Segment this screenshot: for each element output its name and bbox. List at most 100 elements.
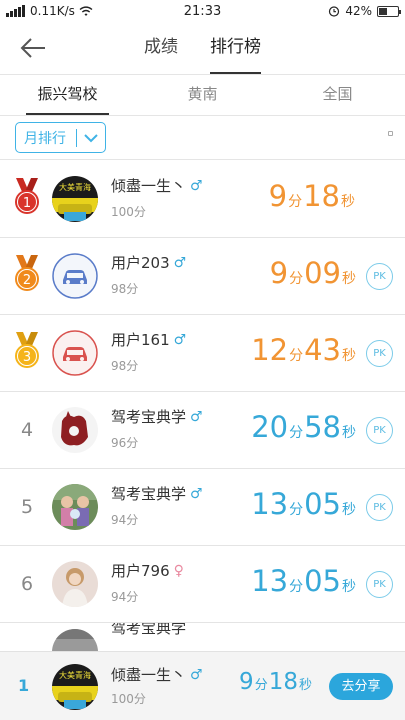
tab-scores[interactable]: 成绩 (144, 22, 178, 74)
medal-rank-text: 2 (23, 273, 31, 288)
completion-time: 20 分 58 秒 (251, 410, 357, 444)
my-avatar[interactable]: 大美青海 (52, 664, 98, 710)
avatar[interactable] (52, 561, 98, 607)
user-name: 用户203 (111, 254, 170, 272)
my-rank-bar: 1 大美青海 倾盡一生丶 ♂ 100分 9 分 18 秒 去分享 (0, 651, 405, 720)
minute-unit: 分 (254, 678, 268, 693)
tab-school[interactable]: 振兴驾校 (0, 75, 135, 115)
second-unit: 秒 (342, 271, 356, 287)
network-speed: 0.11K/s (30, 4, 75, 18)
time-minutes: 13 (251, 564, 289, 598)
time-minutes: 9 (268, 179, 288, 213)
time-seconds: 09 (304, 256, 341, 290)
time-minutes: 9 (269, 256, 289, 290)
tab-national[interactable]: 全国 (270, 75, 405, 115)
time-minutes: 9 (239, 669, 254, 695)
male-icon: ♂ (173, 254, 187, 271)
leaderboard-row[interactable]: 1 大美青海 倾盡一生丶 ♂ 100分 9 分 18 秒 (0, 161, 405, 238)
exam-score: 100分 (111, 205, 146, 219)
female-icon: ♀ (173, 562, 184, 579)
exam-score: 96分 (111, 436, 139, 450)
time-seconds: 18 (268, 669, 298, 695)
exam-score: 98分 (111, 359, 139, 373)
minute-unit: 分 (288, 194, 303, 210)
rank-number: 5 (20, 496, 34, 518)
avatar[interactable] (52, 629, 98, 653)
pk-button[interactable]: PK (366, 340, 393, 367)
exam-score: 98分 (111, 282, 139, 296)
my-rank-number: 1 (18, 676, 30, 695)
user-name: 驾考宝典学 (111, 623, 187, 637)
back-arrow-icon[interactable] (18, 36, 48, 60)
minute-unit: 分 (289, 502, 304, 518)
rank-number: 4 (20, 419, 34, 441)
filter-divider (0, 159, 405, 160)
svg-text:大美青海: 大美青海 (59, 670, 91, 680)
user-name: 驾考宝典学 (111, 485, 187, 503)
share-button[interactable]: 去分享 (329, 673, 393, 700)
chevron-down-icon (84, 133, 98, 142)
alarm-icon (329, 6, 340, 17)
gold-medal-icon: 3 (15, 332, 39, 368)
minute-unit: 分 (289, 348, 304, 364)
month-ranking-dropdown[interactable]: 月排行 (15, 122, 106, 153)
orange-medal-icon: 2 (15, 255, 39, 291)
completion-time: 13 分 05 秒 (251, 487, 357, 521)
leaderboard-row[interactable]: 4 驾考宝典学 ♂ 96分 20 分 58 秒 PK (0, 392, 405, 469)
user-name: 倾盡一生丶 (111, 177, 187, 195)
tab-leaderboard[interactable]: 排行榜 (210, 22, 261, 74)
info-marker (388, 131, 393, 136)
avatar[interactable]: 大美青海 (52, 176, 98, 222)
minute-unit: 分 (289, 425, 304, 441)
my-score: 100分 (111, 692, 146, 706)
leaderboard-row[interactable]: 驾考宝典学 (0, 623, 405, 653)
month-ranking-label: 月排行 (24, 130, 66, 147)
avatar[interactable] (52, 484, 98, 530)
minute-unit: 分 (289, 271, 304, 287)
second-unit: 秒 (341, 194, 355, 210)
time-minutes: 12 (251, 333, 289, 367)
leaderboard-row[interactable]: 2 用户203 ♂ 98分 9 分 09 秒 PK (0, 238, 405, 315)
tab-region[interactable]: 黄南 (135, 75, 270, 115)
filter-row: 月排行 (0, 116, 405, 160)
completion-time: 9 分 09 秒 (270, 256, 357, 290)
time-minutes: 20 (251, 410, 289, 444)
pk-button[interactable]: PK (366, 571, 393, 598)
exam-score: 94分 (111, 590, 139, 604)
user-name: 驾考宝典学 (111, 408, 187, 426)
male-icon: ♂ (173, 331, 187, 348)
second-unit: 秒 (342, 502, 356, 518)
time-seconds: 05 (304, 487, 341, 521)
battery-icon (377, 5, 401, 17)
avatar[interactable] (52, 407, 98, 453)
pk-button[interactable]: PK (366, 263, 393, 290)
leaderboard-row[interactable]: 5 驾考宝典学 ♂ 94分 13 分 05 秒 PK (0, 469, 405, 546)
gold-medal-icon: 1 (15, 178, 39, 214)
status-bar: 0.11K/s 21:33 42% (0, 0, 405, 22)
avatar[interactable] (52, 330, 98, 376)
svg-text:大美青海: 大美青海 (59, 182, 91, 192)
leaderboard-list: 1 大美青海 倾盡一生丶 ♂ 100分 9 分 18 秒 2 用户203 ♂ 9… (0, 161, 405, 653)
completion-time: 12 分 43 秒 (251, 333, 357, 367)
my-completion-time: 9 分 18 秒 (239, 669, 313, 695)
second-unit: 秒 (342, 348, 356, 364)
minute-unit: 分 (289, 579, 304, 595)
leaderboard-row[interactable]: 6 用户796 ♀ 94分 13 分 05 秒 PK (0, 546, 405, 623)
completion-time: 13 分 05 秒 (251, 564, 357, 598)
second-unit: 秒 (342, 579, 356, 595)
top-header: 成绩 排行榜 (0, 22, 405, 74)
pk-button[interactable]: PK (366, 417, 393, 444)
second-unit: 秒 (342, 425, 356, 441)
time-seconds: 58 (304, 410, 341, 444)
leaderboard-row[interactable]: 3 用户161 ♂ 98分 12 分 43 秒 PK (0, 315, 405, 392)
user-name: 用户796 (111, 562, 170, 580)
medal-rank-text: 1 (23, 196, 31, 211)
time-minutes: 13 (251, 487, 289, 521)
region-tabs: 振兴驾校 黄南 全国 (0, 75, 405, 115)
signal-icon (6, 5, 25, 17)
rank-number: 6 (20, 573, 34, 595)
avatar[interactable] (52, 253, 98, 299)
my-user-name: 倾盡一生丶 (111, 666, 187, 684)
male-icon: ♂ (190, 177, 203, 194)
pk-button[interactable]: PK (366, 494, 393, 521)
